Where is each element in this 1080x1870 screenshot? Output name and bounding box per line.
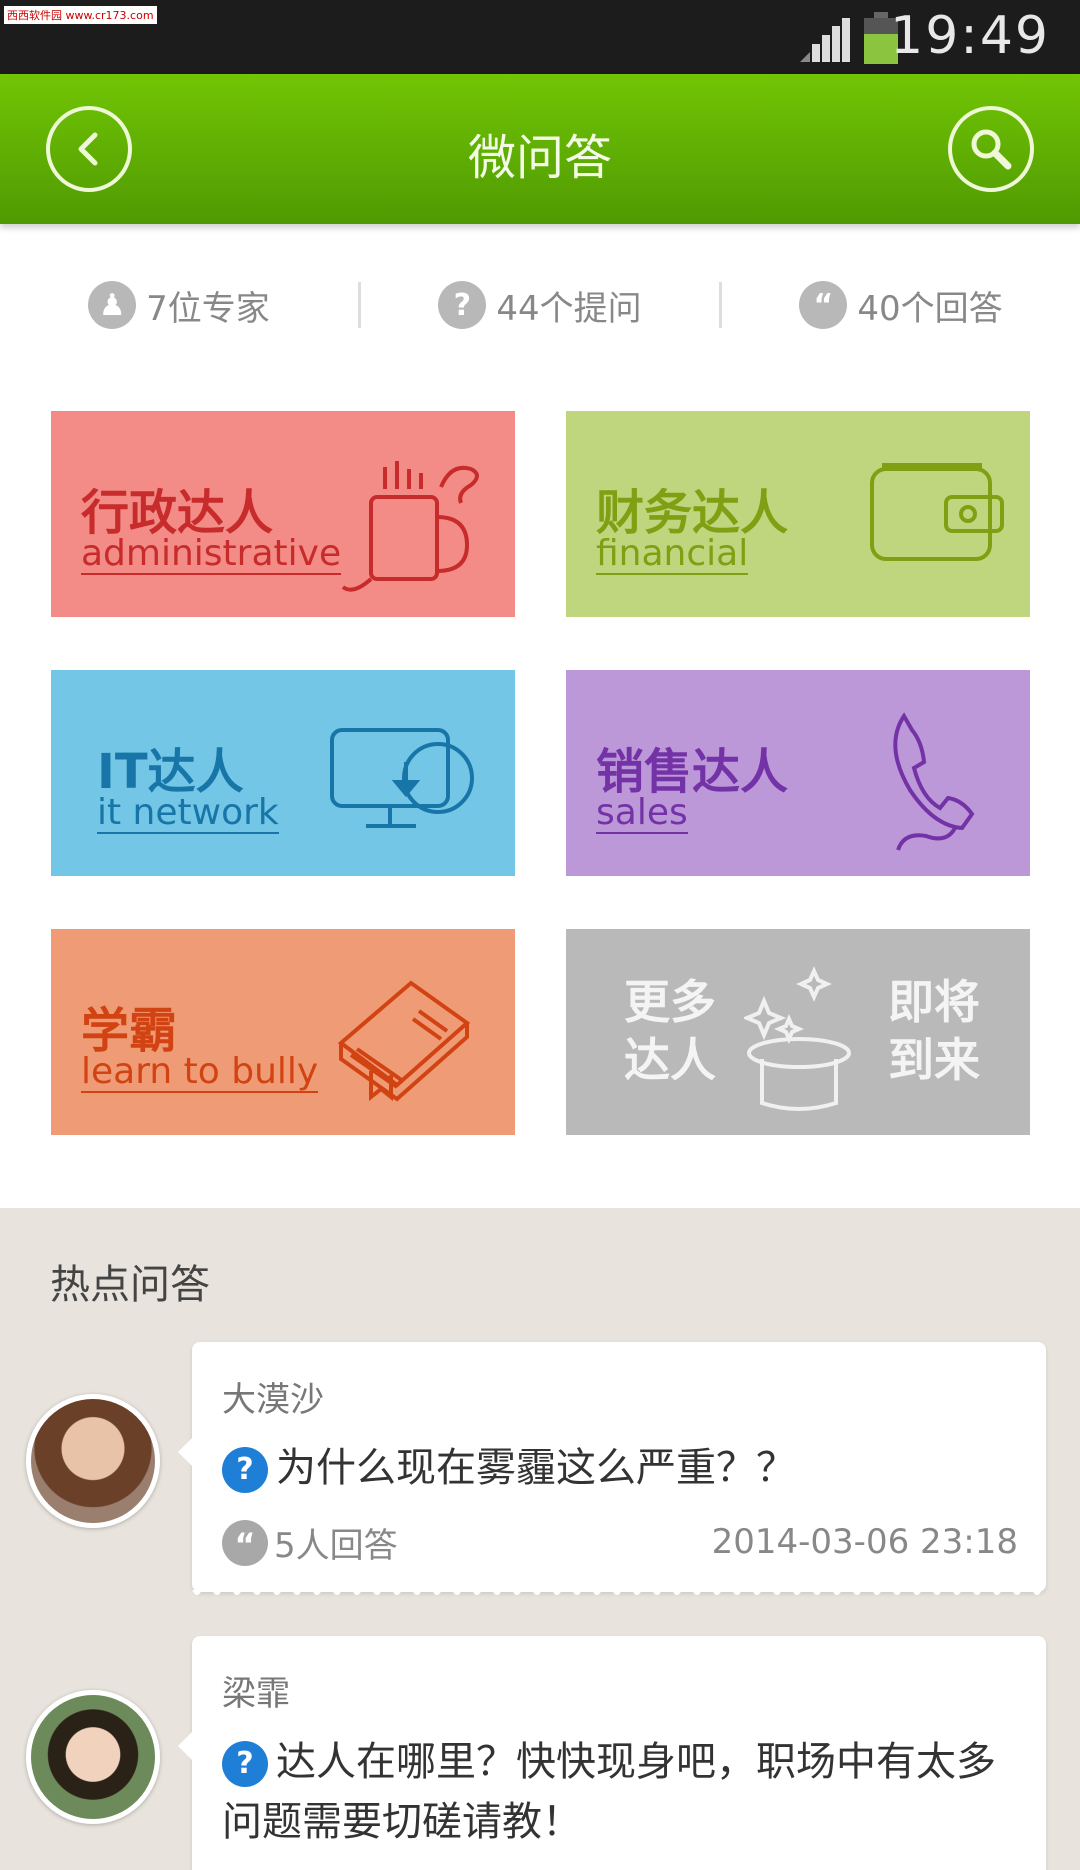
question-author[interactable]: 大漠沙 — [222, 1372, 324, 1421]
search-button[interactable] — [948, 106, 1034, 192]
question-text: 为什么现在雾霾这么严重？？ — [276, 1445, 796, 1491]
watermark: 西西软件园 www.cr173.com — [4, 6, 157, 24]
question-text-row: ? 达人在哪里？快快现身吧，职场中有太多问题需要切磋请教！ — [222, 1732, 1016, 1852]
person-icon: ♟ — [88, 281, 137, 329]
tile-subtitle: sales — [596, 792, 688, 834]
coming-soon-tile[interactable]: 更多 达人 即将 到来 — [566, 929, 1030, 1135]
stat-experts-label: 7位专家 — [146, 288, 270, 329]
question-text: 达人在哪里？快快现身吧，职场中有太多问题需要切磋请教！ — [222, 1739, 996, 1845]
quote-icon: “ — [222, 1519, 268, 1566]
avatar[interactable] — [26, 1690, 160, 1824]
tile-subtitle: it network — [97, 792, 279, 834]
coming-soon-line: 到来 — [888, 1033, 980, 1087]
wallet-icon — [870, 463, 1004, 561]
signal-icon — [800, 18, 850, 62]
stat-answers[interactable]: “ 40个回答 — [722, 281, 1080, 330]
question-icon: ? — [222, 1741, 268, 1787]
category-finance-tile[interactable]: 财务达人 financial — [566, 411, 1030, 617]
question-text-row: ? 为什么现在雾霾这么严重？？ — [222, 1438, 1016, 1498]
card-edge — [192, 1590, 1046, 1595]
coming-soon-line: 更多 — [624, 975, 716, 1029]
qa-card[interactable]: 梁霏 ? 达人在哪里？快快现身吧，职场中有太多问题需要切磋请教！ — [178, 1636, 1046, 1870]
coming-soon-line: 达人 — [624, 1033, 716, 1087]
tile-subtitle: administrative — [81, 533, 342, 575]
answer-count-label: 5人回答 — [274, 1526, 398, 1566]
category-admin-tile[interactable]: 行政达人 administrative — [51, 411, 515, 617]
question-author[interactable]: 梁霏 — [222, 1666, 290, 1715]
magic-hat-icon — [744, 966, 851, 1111]
app-header: 微问答 — [0, 74, 1080, 224]
category-learn-tile[interactable]: 学霸 learn to bully — [51, 929, 515, 1135]
coming-soon-left: 更多 达人 — [624, 973, 716, 1089]
question-icon: ? — [222, 1447, 268, 1493]
tile-subtitle: learn to bully — [81, 1051, 319, 1093]
search-icon — [971, 129, 1012, 170]
hot-qa-section: 热点问答 大漠沙 ? 为什么现在雾霾这么严重？？ “ 5人回答 2014-03-0… — [0, 1208, 1080, 1870]
qa-card[interactable]: 大漠沙 ? 为什么现在雾霾这么严重？？ “ 5人回答 2014-03-06 23:… — [178, 1342, 1046, 1595]
clock: 19:49 — [890, 6, 1050, 66]
coming-soon-line: 即将 — [888, 975, 980, 1029]
avatar[interactable] — [26, 1394, 160, 1528]
stat-questions-label: 44个提问 — [496, 288, 642, 329]
coming-soon-right: 即将 到来 — [888, 973, 980, 1089]
category-sales-tile[interactable]: 销售达人 sales — [566, 670, 1030, 876]
stat-questions[interactable]: ? 44个提问 — [361, 281, 719, 330]
stat-answers-label: 40个回答 — [857, 288, 1003, 329]
question-icon: ? — [438, 281, 487, 329]
status-bar: 西西软件园 www.cr173.com 19:49 — [0, 0, 1080, 74]
answer-count[interactable]: “ 5人回答 — [222, 1518, 398, 1567]
quote-icon: “ — [799, 281, 848, 329]
book-icon — [337, 980, 471, 1102]
monitor-icon — [330, 728, 474, 828]
mug-icon — [341, 461, 479, 592]
phone-icon — [893, 712, 975, 851]
page-title: 微问答 — [467, 130, 612, 186]
section-title: 热点问答 — [50, 1262, 210, 1308]
stat-experts[interactable]: ♟ 7位专家 — [0, 281, 358, 330]
category-it-tile[interactable]: IT达人 it network — [51, 670, 515, 876]
stats-row: ♟ 7位专家 ? 44个提问 “ 40个回答 — [0, 270, 1080, 340]
tile-subtitle: financial — [596, 533, 749, 575]
timestamp: 2014-03-06 23:18 — [711, 1522, 1018, 1562]
